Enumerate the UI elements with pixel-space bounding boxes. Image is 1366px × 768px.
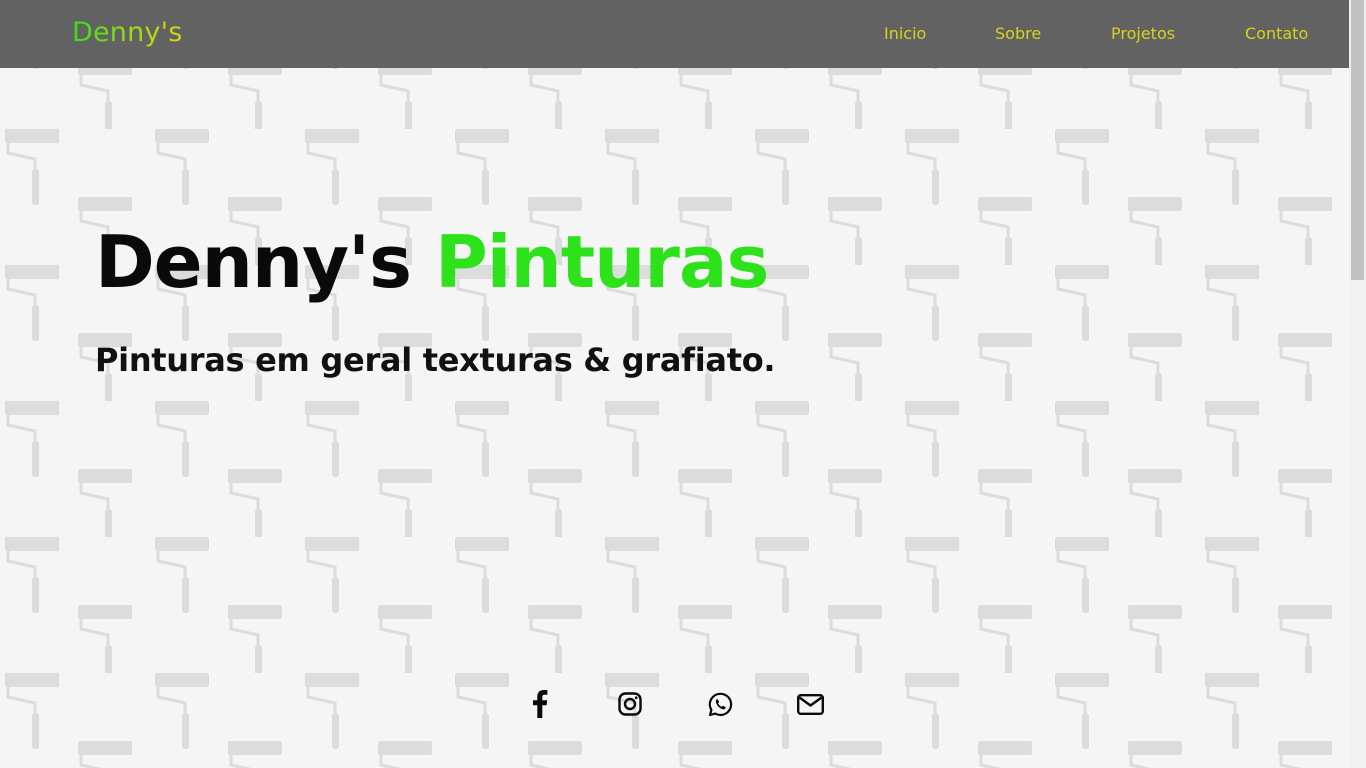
- hero-subtitle: Pinturas em geral texturas & grafiato.: [95, 341, 776, 379]
- facebook-link[interactable]: [523, 687, 557, 721]
- navbar: Denny's Inicio Sobre Projetos Contato: [0, 0, 1349, 68]
- email-icon: [796, 693, 824, 715]
- page-scrollbar[interactable]: [1349, 0, 1366, 768]
- nav-link-inicio[interactable]: Inicio: [884, 22, 926, 46]
- scrollbar-thumb[interactable]: [1351, 0, 1364, 280]
- hero-title-accent: Pinturas: [435, 220, 769, 304]
- instagram-link[interactable]: [613, 687, 647, 721]
- nav-link-contato[interactable]: Contato: [1245, 22, 1308, 46]
- email-link[interactable]: [793, 687, 827, 721]
- social-links: [0, 687, 1349, 721]
- whatsapp-icon: [708, 692, 732, 716]
- whatsapp-link[interactable]: [703, 687, 737, 721]
- nav-link-projetos[interactable]: Projetos: [1111, 22, 1175, 46]
- nav-menu: Inicio Sobre Projetos Contato: [0, 22, 1349, 48]
- hero-title: Denny's Pinturas: [95, 210, 775, 314]
- paint-roller-pattern-background: [0, 0, 1349, 768]
- nav-link-sobre[interactable]: Sobre: [995, 22, 1041, 46]
- hero-title-name: Denny's: [95, 220, 412, 304]
- instagram-icon: [618, 692, 642, 716]
- hero-section: Denny's Pinturas Pinturas em geral textu…: [95, 210, 776, 382]
- facebook-icon: [533, 690, 548, 718]
